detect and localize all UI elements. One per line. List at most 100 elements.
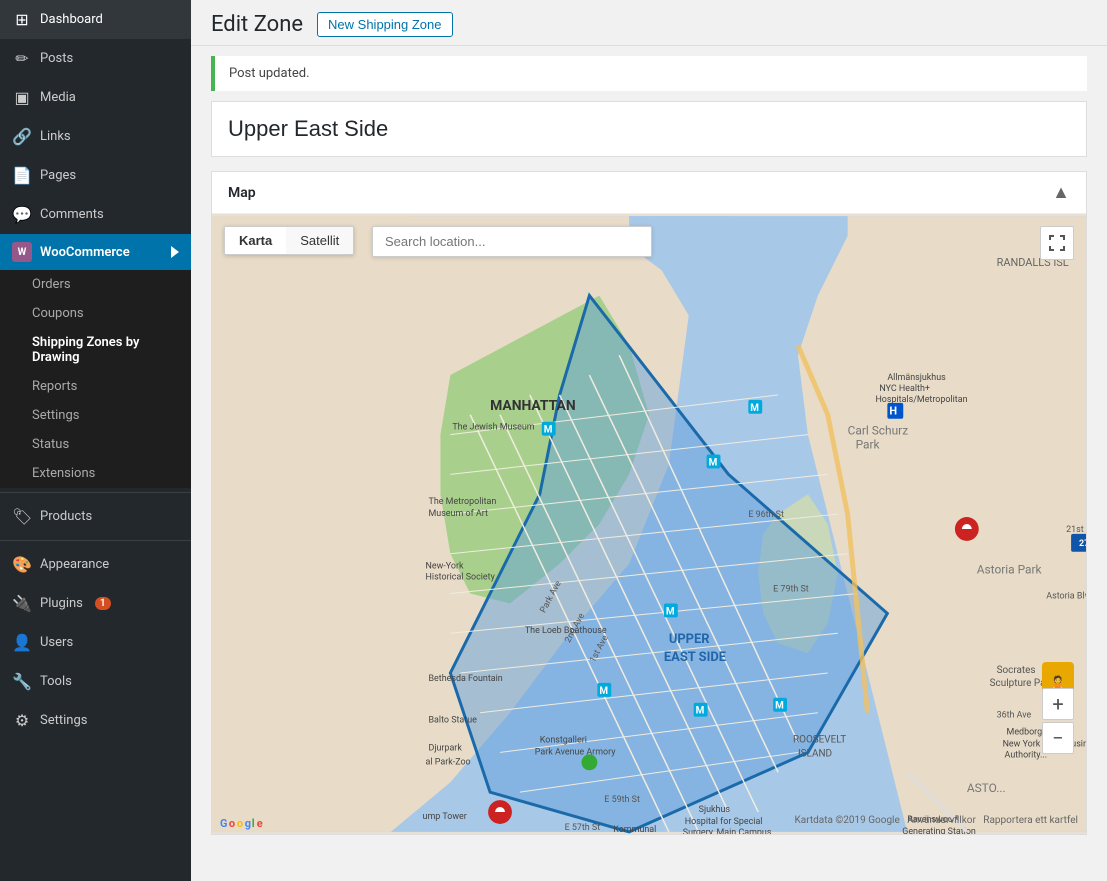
media-icon: ▣: [12, 88, 32, 107]
products-icon: 🏷: [12, 507, 32, 526]
search-location-input[interactable]: [372, 226, 652, 257]
sidebar-item-woo-settings[interactable]: Settings: [0, 401, 191, 430]
sidebar-item-pages[interactable]: 📄 Pages: [0, 156, 191, 195]
fullscreen-icon: [1049, 235, 1065, 251]
map-container: Park Ave 2nd Ave 1st Ave MANHATTAN UPPER…: [212, 214, 1086, 834]
sidebar-item-tools[interactable]: 🔧 Tools: [0, 662, 191, 701]
sidebar-item-reports[interactable]: Reports: [0, 372, 191, 401]
new-shipping-zone-button[interactable]: New Shipping Zone: [317, 12, 452, 37]
content-area: Map ▲: [191, 101, 1107, 881]
svg-text:Kommunal: Kommunal: [613, 825, 656, 834]
fullscreen-button[interactable]: [1040, 226, 1074, 260]
sidebar-item-extensions[interactable]: Extensions: [0, 459, 191, 488]
svg-text:NYC Health+: NYC Health+: [879, 384, 930, 394]
products-label: Products: [40, 509, 92, 524]
sidebar-item-label: Comments: [40, 207, 104, 222]
zone-name-input[interactable]: [212, 102, 1086, 156]
svg-text:Konstgalleri: Konstgalleri: [540, 736, 587, 746]
svg-text:E 57th St: E 57th St: [565, 823, 601, 833]
comments-icon: 💬: [12, 205, 32, 224]
svg-text:Authority...: Authority...: [1005, 750, 1048, 760]
woocommerce-icon: W: [12, 242, 32, 262]
dashboard-icon: ⊞: [12, 10, 32, 29]
woo-settings-label: Settings: [32, 408, 79, 423]
page-title: Edit Zone: [211, 12, 303, 37]
woocommerce-section[interactable]: W WooCommerce: [0, 234, 191, 270]
svg-text:Balto Statue: Balto Statue: [429, 716, 478, 726]
sidebar-item-comments[interactable]: 💬 Comments: [0, 195, 191, 234]
svg-text:Astoria Park: Astoria Park: [977, 563, 1043, 577]
svg-text:Bethesda Fountain: Bethesda Fountain: [429, 674, 503, 684]
svg-text:M: M: [709, 457, 718, 468]
sidebar-item-links[interactable]: 🔗 Links: [0, 117, 191, 156]
svg-text:UPPER: UPPER: [669, 632, 710, 647]
sidebar-item-users[interactable]: 👤 Users: [0, 623, 191, 662]
svg-text:Historical Society: Historical Society: [426, 573, 496, 583]
svg-text:Park: Park: [856, 438, 881, 452]
sidebar-item-orders[interactable]: Orders: [0, 270, 191, 299]
sidebar-item-coupons[interactable]: Coupons: [0, 299, 191, 328]
sidebar-item-posts[interactable]: ✏ Posts: [0, 39, 191, 78]
svg-text:Allmänsjukhus: Allmänsjukhus: [887, 373, 946, 383]
sidebar-item-media[interactable]: ▣ Media: [0, 78, 191, 117]
appearance-icon: 🎨: [12, 555, 32, 574]
svg-text:E 79th St: E 79th St: [773, 585, 809, 595]
zoom-out-button[interactable]: −: [1042, 722, 1074, 754]
svg-text:g: g: [245, 817, 251, 830]
svg-text:M: M: [750, 403, 759, 414]
svg-text:o: o: [237, 817, 243, 830]
sidebar-item-shipping-zones[interactable]: Shipping Zones by Drawing: [0, 328, 191, 372]
notice-text: Post updated.: [229, 66, 310, 81]
settings-icon: ⚙: [12, 711, 32, 730]
plugins-badge: 1: [95, 597, 111, 610]
zoom-in-button[interactable]: +: [1042, 688, 1074, 720]
sidebar-item-label: Posts: [40, 51, 73, 66]
svg-text:The Loeb Boathouse: The Loeb Boathouse: [525, 626, 607, 636]
posts-icon: ✏: [12, 49, 32, 68]
sidebar-item-products[interactable]: 🏷 Products: [0, 497, 191, 536]
svg-text:EAST SIDE: EAST SIDE: [664, 650, 726, 665]
plugins-icon: 🔌: [12, 594, 32, 613]
tools-label: Tools: [40, 674, 72, 689]
svg-text:21st: 21st: [1066, 525, 1084, 535]
svg-text:Park Avenue Armory: Park Avenue Armory: [535, 747, 616, 757]
svg-text:ASTO...: ASTO...: [967, 781, 1006, 795]
sidebar-item-appearance[interactable]: 🎨 Appearance: [0, 545, 191, 584]
users-icon: 👤: [12, 633, 32, 652]
svg-text:Socrates: Socrates: [997, 665, 1036, 676]
zoom-controls: + −: [1042, 688, 1074, 754]
svg-text:ISLAND: ISLAND: [798, 748, 832, 759]
map-tab-satellite[interactable]: Satellit: [286, 227, 353, 254]
sidebar-item-dashboard[interactable]: ⊞ Dashboard: [0, 0, 191, 39]
sidebar: ⊞ Dashboard ✏ Posts ▣ Media 🔗 Links 📄 Pa…: [0, 0, 191, 881]
svg-text:278: 278: [1079, 539, 1086, 549]
map-svg: Park Ave 2nd Ave 1st Ave MANHATTAN UPPER…: [212, 214, 1086, 834]
svg-text:New-York: New-York: [426, 562, 464, 572]
woocommerce-submenu: Orders Coupons Shipping Zones by Drawing…: [0, 270, 191, 488]
svg-text:E 59th St: E 59th St: [604, 795, 640, 805]
map-title: Map: [228, 185, 256, 201]
page-header: Edit Zone New Shipping Zone: [191, 0, 1107, 46]
sidebar-item-status[interactable]: Status: [0, 430, 191, 459]
sidebar-item-settings[interactable]: ⚙ Settings: [0, 701, 191, 740]
svg-text:E 96th St: E 96th St: [748, 510, 784, 520]
map-tab-karta[interactable]: Karta: [225, 227, 286, 254]
woocommerce-arrow: [171, 246, 179, 258]
links-icon: 🔗: [12, 127, 32, 146]
svg-text:M: M: [544, 425, 553, 436]
svg-text:Astoria Blvd: Astoria Blvd: [1046, 591, 1086, 601]
sidebar-item-plugins[interactable]: 🔌 Plugins 1: [0, 584, 191, 623]
reports-label: Reports: [32, 379, 77, 394]
svg-text:l: l: [252, 817, 255, 830]
sidebar-item-label: Media: [40, 90, 76, 105]
divider-1: [0, 492, 191, 493]
svg-text:Djurpark: Djurpark: [429, 743, 463, 753]
svg-text:e: e: [257, 817, 263, 830]
main-content: Edit Zone New Shipping Zone Post updated…: [191, 0, 1107, 881]
sidebar-item-label: Pages: [40, 168, 76, 183]
map-tabs: Karta Satellit: [224, 226, 354, 255]
shipping-zones-label: Shipping Zones by Drawing: [32, 335, 179, 365]
sidebar-item-label: Links: [40, 129, 71, 144]
svg-text:M: M: [666, 606, 675, 617]
collapse-map-icon[interactable]: ▲: [1052, 182, 1070, 203]
